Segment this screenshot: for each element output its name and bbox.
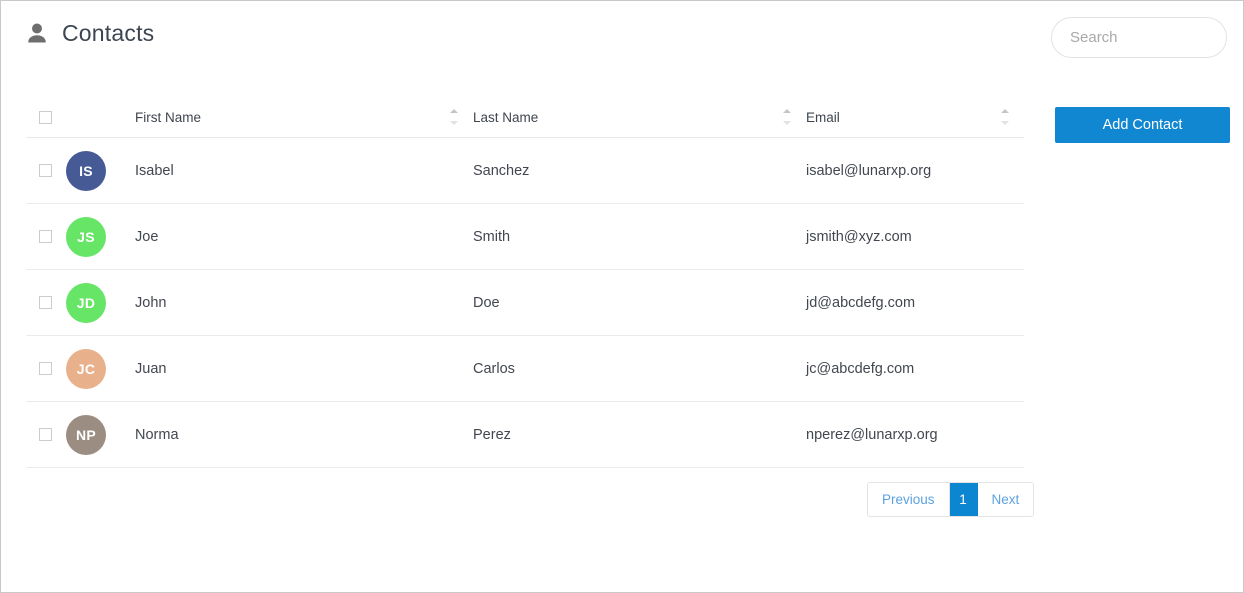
column-header-first-name[interactable]: First Name [135, 97, 473, 138]
search-input[interactable] [1070, 29, 1243, 46]
cell-first-name: John [135, 269, 473, 336]
cell-last-name: Carlos [473, 335, 806, 402]
cell-first-name: Norma [135, 401, 473, 468]
cell-email: jc@abcdefg.com [806, 335, 1024, 402]
table-row[interactable]: JD John Doe jd@abcdefg.com [26, 269, 1024, 336]
page-header: Contacts [26, 21, 154, 45]
table-row[interactable]: JS Joe Smith jsmith@xyz.com [26, 203, 1024, 270]
pagination-next[interactable]: Next [977, 483, 1034, 516]
cell-last-name: Sanchez [473, 137, 806, 204]
column-header-email-label: Email [806, 109, 840, 125]
avatar-cell: IS [66, 137, 135, 204]
select-all-header [26, 97, 66, 138]
row-checkbox[interactable] [39, 362, 52, 375]
cell-email: isabel@lunarxp.org [806, 137, 1024, 204]
table-header: First Name Last Name Email [26, 97, 1024, 138]
avatar-cell: JS [66, 203, 135, 270]
avatar-cell: JD [66, 269, 135, 336]
avatar-cell: NP [66, 401, 135, 468]
row-checkbox[interactable] [39, 428, 52, 441]
column-header-email[interactable]: Email [806, 97, 1024, 138]
table-row[interactable]: IS Isabel Sanchez isabel@lunarxp.org [26, 137, 1024, 204]
column-header-last-name[interactable]: Last Name [473, 97, 806, 138]
contacts-table-container: First Name Last Name Email IS Isabel San… [26, 97, 1024, 468]
row-select-cell [26, 335, 66, 402]
sort-caret-icon[interactable] [1001, 108, 1010, 126]
row-select-cell [26, 203, 66, 270]
row-checkbox[interactable] [39, 296, 52, 309]
cell-last-name: Doe [473, 269, 806, 336]
cell-last-name: Smith [473, 203, 806, 270]
table-row[interactable]: NP Norma Perez nperez@lunarxp.org [26, 401, 1024, 468]
pagination-page-1[interactable]: 1 [949, 483, 978, 516]
pagination: Previous 1 Next [867, 482, 1035, 517]
search-box[interactable] [1051, 17, 1243, 58]
column-header-first-name-label: First Name [135, 109, 202, 125]
row-select-cell [26, 137, 66, 204]
column-header-last-name-label: Last Name [473, 109, 539, 125]
row-select-cell [26, 269, 66, 336]
cell-email: jd@abcdefg.com [806, 269, 1024, 336]
row-checkbox[interactable] [39, 164, 52, 177]
app-window: Contacts Add Contact [0, 0, 1244, 593]
sort-caret-icon[interactable] [450, 108, 459, 126]
cell-first-name: Isabel [135, 137, 473, 204]
table-header-row: First Name Last Name Email [26, 97, 1024, 138]
avatar: NP [66, 414, 106, 455]
cell-first-name: Joe [135, 203, 473, 270]
table-body: IS Isabel Sanchez isabel@lunarxp.org JS Joe Sm… [26, 137, 1024, 468]
row-select-cell [26, 401, 66, 468]
table-row[interactable]: JC Juan Carlos jc@abcdefg.com [26, 335, 1024, 402]
avatar: JD [66, 282, 106, 323]
cell-first-name: Juan [135, 335, 473, 402]
avatar: JC [66, 348, 106, 389]
avatar: JS [66, 216, 106, 257]
avatar-cell: JC [66, 335, 135, 402]
cell-email: nperez@lunarxp.org [806, 401, 1024, 468]
cell-last-name: Perez [473, 401, 806, 468]
page-title: Contacts [62, 19, 155, 46]
add-contact-button[interactable]: Add Contact [1055, 107, 1230, 143]
select-all-checkbox[interactable] [39, 110, 52, 124]
contacts-table: First Name Last Name Email IS Isabel San… [26, 97, 1024, 468]
row-checkbox[interactable] [39, 230, 52, 243]
avatar: IS [66, 150, 106, 191]
sort-caret-icon[interactable] [783, 108, 792, 126]
person-icon [26, 21, 48, 45]
avatar-header [66, 97, 135, 138]
cell-email: jsmith@xyz.com [806, 203, 1024, 270]
pagination-previous[interactable]: Previous [868, 483, 950, 516]
